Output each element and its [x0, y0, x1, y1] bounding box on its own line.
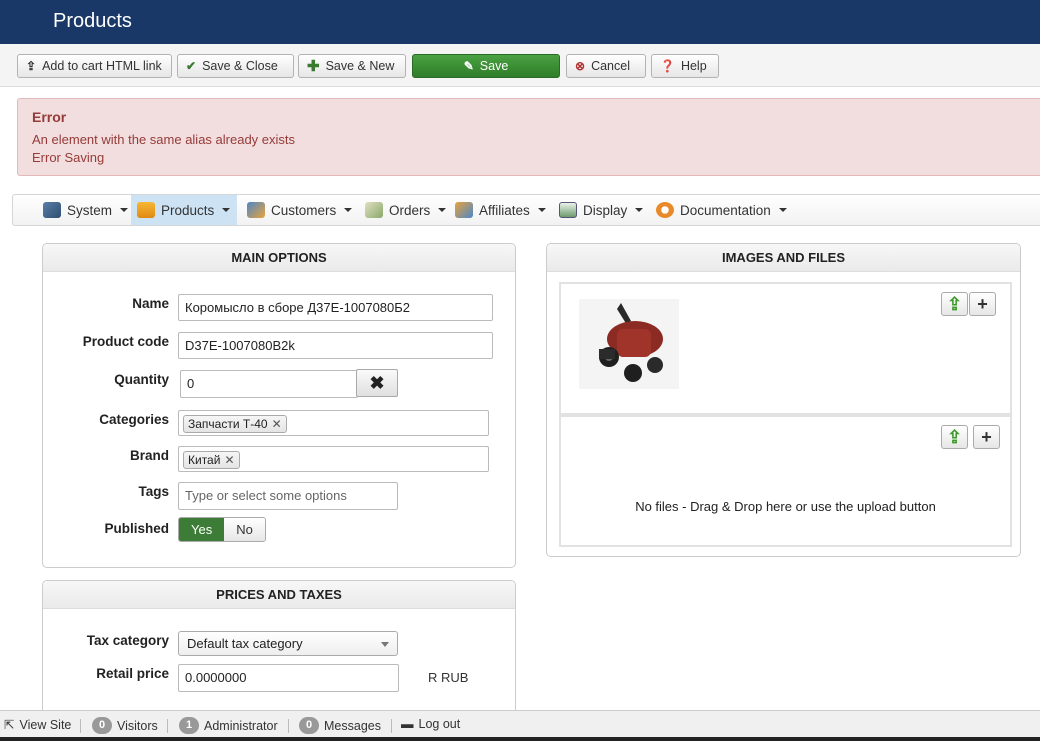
- alert-heading: Error: [32, 109, 67, 125]
- main-menu: System Products Customers Orders Affilia…: [12, 194, 1040, 226]
- category-tag: Запчасти Т-40 ✕: [183, 415, 287, 433]
- menu-customers[interactable]: Customers: [241, 195, 358, 225]
- plus-icon: +: [981, 427, 992, 447]
- files-empty-text: No files - Drag & Drop here or use the u…: [635, 499, 936, 514]
- chevron-down-icon: [381, 642, 389, 647]
- orders-icon: [365, 202, 383, 218]
- upload-icon: ⇪: [946, 294, 963, 314]
- visitors-badge: 0: [92, 717, 112, 734]
- save-close-button[interactable]: ✔ Save & Close: [177, 54, 294, 78]
- panel-title: IMAGES AND FILES: [547, 244, 1020, 272]
- export-icon: ⇪: [26, 59, 37, 73]
- menu-display[interactable]: Display: [553, 195, 649, 225]
- save-new-button[interactable]: ✚ Save & New: [298, 54, 406, 78]
- menu-orders[interactable]: Orders: [359, 195, 452, 225]
- clear-quantity-button[interactable]: ✖: [356, 369, 398, 397]
- upload-icon: ⇪: [946, 427, 963, 447]
- name-label: Name: [132, 296, 169, 311]
- main-options-panel: MAIN OPTIONS: [42, 243, 516, 568]
- add-file-button[interactable]: +: [973, 425, 1000, 449]
- cancel-icon: ⊗: [575, 59, 586, 73]
- menu-documentation[interactable]: Documentation: [650, 195, 793, 225]
- images-dropzone[interactable]: ⇪ +: [559, 282, 1012, 415]
- visitors-indicator[interactable]: 0 Visitors: [92, 717, 158, 734]
- product-code-field[interactable]: D37E-1007080B2k: [178, 332, 493, 359]
- published-toggle[interactable]: Yes No: [178, 517, 266, 542]
- remove-tag-icon[interactable]: ✕: [272, 416, 282, 432]
- menu-affiliates[interactable]: Affiliates: [449, 195, 552, 225]
- page-title: Products: [53, 10, 132, 32]
- published-label: Published: [104, 521, 169, 536]
- files-dropzone[interactable]: ⇪ + No files - Drag & Drop here or use t…: [559, 415, 1012, 547]
- categories-field[interactable]: Запчасти Т-40 ✕: [178, 410, 489, 436]
- remove-tag-icon[interactable]: ✕: [224, 452, 234, 468]
- published-no[interactable]: No: [224, 518, 265, 541]
- messages-badge: 0: [299, 717, 319, 734]
- tags-input[interactable]: Type or select some options: [178, 482, 398, 510]
- messages-indicator[interactable]: 0 Messages: [299, 717, 381, 734]
- edit-icon: ✎: [463, 59, 474, 73]
- menu-system[interactable]: System: [37, 195, 134, 225]
- lifebuoy-icon: [656, 202, 674, 218]
- quantity-label: Quantity: [114, 372, 169, 387]
- currency-label: R RUB: [428, 670, 469, 685]
- administrator-indicator[interactable]: 1 Administrator: [179, 717, 278, 734]
- retail-price-field[interactable]: 0.0000000: [178, 664, 399, 692]
- check-icon: ✔: [186, 59, 197, 73]
- save-button[interactable]: ✎ Save: [412, 54, 560, 78]
- brand-label: Brand: [129, 448, 169, 463]
- view-site-link[interactable]: ⇱ View Site: [4, 717, 71, 733]
- panel-title: PRICES AND TAXES: [43, 581, 515, 609]
- administrator-badge: 1: [179, 717, 199, 734]
- published-yes[interactable]: Yes: [179, 518, 225, 541]
- box-icon: [137, 202, 155, 218]
- upload-image-button[interactable]: ⇪: [941, 292, 968, 316]
- cancel-button[interactable]: ⊗ Cancel: [566, 54, 646, 78]
- product-code-label: Product code: [82, 334, 169, 349]
- panel-title: MAIN OPTIONS: [43, 244, 515, 272]
- add-cart-link-button[interactable]: ⇪ Add to cart HTML link: [17, 54, 172, 78]
- error-alert: Error An element with the same alias alr…: [17, 98, 1040, 176]
- name-field[interactable]: Коромысло в сборе Д37Е-1007080Б2: [178, 294, 493, 321]
- plus-icon: ✚: [307, 58, 320, 75]
- tools-icon: [43, 202, 61, 218]
- categories-label: Categories: [99, 412, 169, 427]
- brand-field[interactable]: Китай ✕: [178, 446, 489, 472]
- tax-category-select[interactable]: Default tax category: [178, 631, 398, 656]
- users-icon: [247, 202, 265, 218]
- tax-category-label: Tax category: [86, 633, 169, 648]
- external-link-icon: ⇱: [4, 718, 15, 732]
- logout-link[interactable]: ▬ Log out: [401, 717, 460, 731]
- toolbar: ⇪ Add to cart HTML link ✔ Save & Close ✚…: [0, 44, 1040, 87]
- close-icon: ✖: [369, 373, 385, 393]
- brand-tag: Китай ✕: [183, 451, 240, 469]
- alert-message: An element with the same alias already e…: [32, 132, 296, 147]
- upload-file-button[interactable]: ⇪: [941, 425, 968, 449]
- display-icon: [559, 202, 577, 218]
- retail-price-label: Retail price: [96, 666, 169, 681]
- product-thumbnail[interactable]: [579, 299, 679, 389]
- page-header: Products: [0, 0, 1040, 44]
- add-image-button[interactable]: +: [969, 292, 996, 316]
- affiliates-icon: [455, 202, 473, 218]
- question-icon: ❓: [660, 59, 675, 73]
- quantity-field[interactable]: 0: [180, 370, 358, 398]
- tags-label: Tags: [138, 484, 169, 499]
- help-button[interactable]: ❓ Help: [651, 54, 719, 78]
- menu-products[interactable]: Products: [131, 195, 237, 225]
- plus-icon: +: [977, 294, 988, 314]
- minus-icon: ▬: [401, 717, 414, 731]
- alert-message: Error Saving: [32, 150, 105, 165]
